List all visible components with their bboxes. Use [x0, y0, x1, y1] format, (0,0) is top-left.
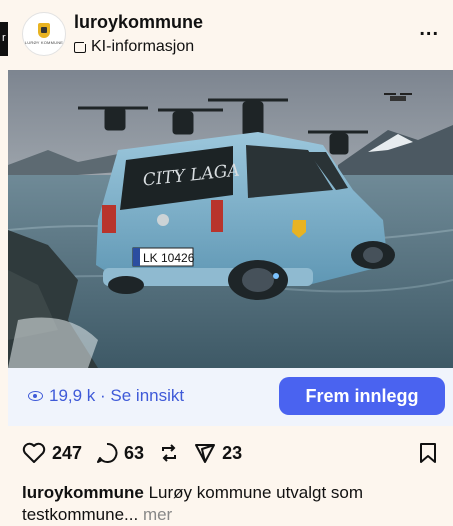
view-insights-link[interactable]: 19,9 k · Se innsikt: [28, 386, 184, 406]
username[interactable]: luroykommune: [74, 12, 203, 33]
flying-car-illustration: CITY LAGA LK 10426: [8, 70, 453, 368]
comment-button[interactable]: 63: [96, 442, 144, 464]
ai-info-label[interactable]: KI-informasjon: [74, 38, 194, 56]
post-image[interactable]: CITY LAGA LK 10426: [8, 70, 453, 368]
share-button[interactable]: 23: [194, 442, 242, 464]
crest-icon: [38, 23, 50, 38]
avatar-text: LURØY KOMMUNE: [24, 40, 64, 45]
caption-username[interactable]: luroykommune: [22, 483, 144, 502]
repost-icon: [162, 444, 177, 462]
comment-count: 63: [124, 442, 145, 463]
comment-icon: [97, 442, 118, 463]
send-icon: [195, 444, 216, 463]
license-plate-text: LK 10426: [143, 251, 195, 265]
eye-icon: [28, 391, 43, 401]
caption-more-link[interactable]: mer: [143, 505, 172, 524]
like-count: 247: [52, 442, 83, 463]
left-edge: [0, 0, 8, 526]
post-caption: luroykommune Lurøy kommune utvalgt som t…: [22, 482, 442, 526]
avatar[interactable]: LURØY KOMMUNE: [22, 12, 66, 56]
ai-info-icon: [74, 38, 89, 53]
heart-icon: [22, 442, 46, 463]
license-plate: LK 10426: [143, 251, 195, 265]
share-count: 23: [222, 442, 243, 463]
caption-text: Lurøy kommune utvalgt som: [143, 483, 364, 502]
ai-info-text: KI-informasjon: [91, 38, 195, 55]
repost-button[interactable]: [158, 442, 180, 464]
like-button[interactable]: 247: [22, 442, 82, 464]
bookmark-icon: [420, 443, 436, 463]
insights-text: 19,9 k · Se innsikt: [49, 386, 185, 405]
post-header: LURØY KOMMUNE luroykommune KI-informasjo…: [8, 0, 453, 70]
caption-text-2: testkommune...: [22, 505, 143, 524]
promote-post-button[interactable]: Frem innlegg: [279, 377, 445, 415]
insight-bar: 19,9 k · Se innsikt Frem innlegg: [8, 368, 453, 426]
more-options-button[interactable]: ...: [419, 18, 439, 41]
action-bar: 247 63 23: [8, 430, 453, 476]
save-button[interactable]: [419, 442, 437, 469]
